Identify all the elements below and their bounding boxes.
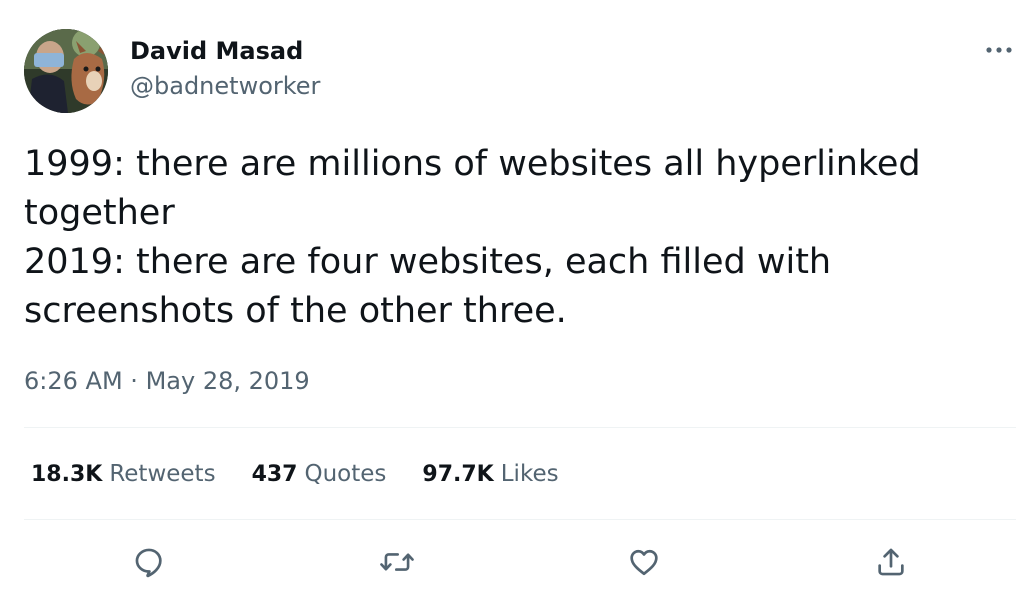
- reply-button[interactable]: [131, 544, 167, 580]
- likes-label: Likes: [500, 461, 559, 487]
- tweet-text: 1999: there are millions of websites all…: [24, 144, 921, 331]
- divider: [24, 427, 1016, 428]
- quotes-count: 437: [251, 461, 298, 487]
- tweet-card: David Masad @badnetworker 1999: there ar…: [0, 0, 1033, 600]
- retweets-label: Retweets: [109, 461, 216, 487]
- likes-stat[interactable]: 97.7K Likes: [422, 461, 558, 487]
- tweet-stats: 18.3K Retweets 437 Quotes 97.7K Likes: [31, 457, 595, 491]
- author-handle[interactable]: @badnetworker: [130, 71, 320, 101]
- tweet-timestamp[interactable]: 6:26 AM · May 28, 2019: [24, 364, 310, 398]
- retweet-button[interactable]: [379, 544, 415, 580]
- share-button[interactable]: [873, 544, 909, 580]
- tweet-date[interactable]: May 28, 2019: [146, 367, 310, 395]
- share-icon: [878, 548, 904, 576]
- likes-count: 97.7K: [422, 461, 494, 487]
- tweet-time[interactable]: 6:26 AM: [24, 367, 123, 395]
- divider: [24, 519, 1016, 520]
- retweet-icon: [380, 553, 414, 571]
- like-button[interactable]: [626, 544, 662, 580]
- quotes-label: Quotes: [304, 461, 387, 487]
- more-horizontal-icon: [986, 47, 1012, 53]
- reply-icon: [135, 548, 162, 578]
- timestamp-separator: ·: [130, 367, 138, 395]
- avatar-image: [24, 29, 108, 113]
- more-options-button[interactable]: [982, 38, 1016, 62]
- retweets-stat[interactable]: 18.3K Retweets: [31, 461, 216, 487]
- quotes-stat[interactable]: 437 Quotes: [252, 461, 387, 487]
- author-name[interactable]: David Masad: [130, 36, 303, 66]
- heart-icon: [630, 549, 658, 576]
- avatar[interactable]: [24, 29, 108, 113]
- retweets-count: 18.3K: [31, 461, 103, 487]
